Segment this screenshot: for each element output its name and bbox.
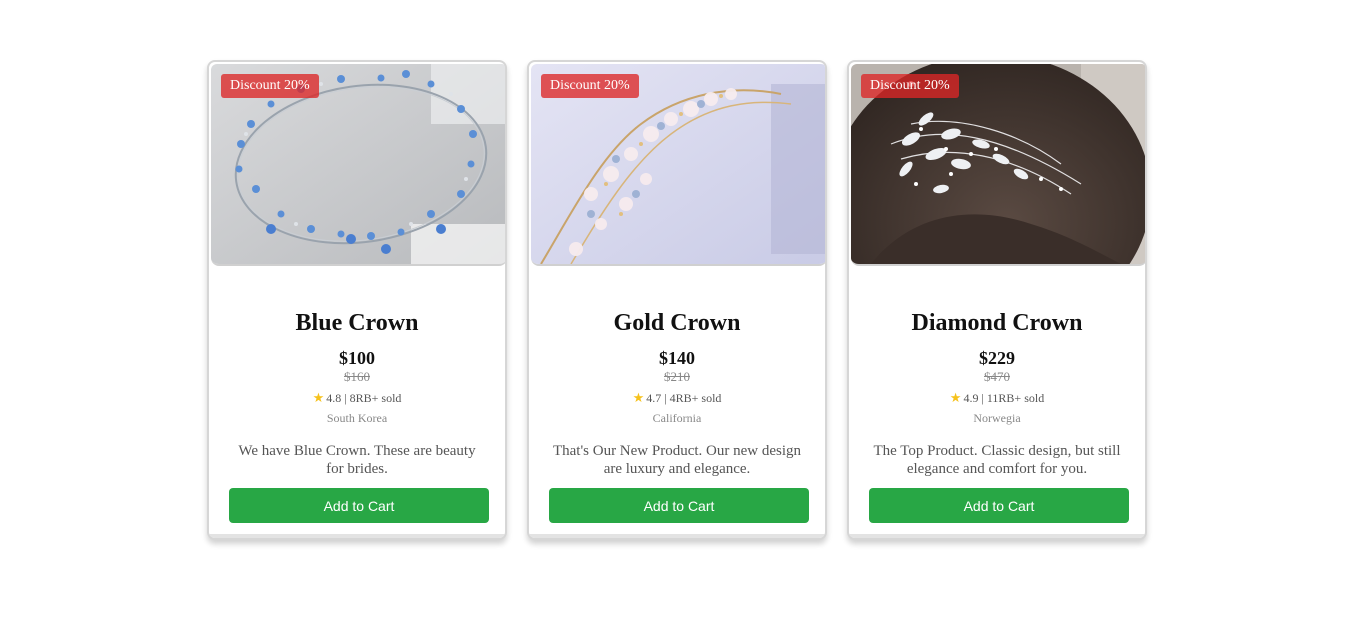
product-price: $229: [979, 348, 1015, 368]
discount-badge: Discount 20%: [541, 74, 639, 98]
product-image[interactable]: Discount 20%: [531, 64, 825, 266]
product-price: $100: [339, 348, 375, 368]
product-origin: California: [652, 411, 702, 425]
product-image[interactable]: Discount 20%: [851, 64, 1145, 266]
star-icon: ★: [632, 390, 645, 405]
product-rating: ★ 4.9 | 11RB+ sold: [949, 390, 1045, 405]
product-card: Discount 20% Blue Crown $100 $160 ★ 4.8 |…: [207, 60, 507, 540]
sold-count: 11RB+ sold: [986, 391, 1045, 405]
product-description: The Top Product. Classic design, but sti…: [873, 443, 1121, 477]
product-rating: ★ 4.7 | 4RB+ sold: [632, 390, 722, 405]
product-title: Diamond Crown: [911, 310, 1083, 336]
discount-badge: Discount 20%: [861, 74, 959, 98]
product-old-price: $470: [984, 369, 1010, 384]
product-card: Discount 20% Gold Crown $140 $210 ★ 4.7 |…: [527, 60, 827, 540]
product-title: Blue Crown: [295, 310, 419, 336]
product-image[interactable]: Discount 20%: [211, 64, 505, 266]
add-to-cart-button[interactable]: Add to Cart: [869, 488, 1129, 523]
product-card-list: Discount 20% Blue Crown $100 $160 ★ 4.8 |…: [207, 60, 1147, 540]
sold-count: 4RB+ sold: [669, 391, 722, 405]
rating-value: 4.8: [326, 391, 342, 405]
star-icon: ★: [949, 390, 962, 405]
product-description: That's Our New Product. Our new design a…: [552, 443, 802, 477]
product-card: Discount 20% Diamond Crown $229 $470 ★ 4.…: [847, 60, 1147, 540]
add-to-cart-button[interactable]: Add to Cart: [229, 488, 489, 523]
sold-count: 8RB+ sold: [349, 391, 402, 405]
product-price: $140: [659, 348, 695, 368]
product-old-price: $210: [664, 369, 690, 384]
product-rating: ★ 4.8 | 8RB+ sold: [312, 390, 402, 405]
rating-value: 4.9: [963, 391, 979, 405]
add-to-cart-button[interactable]: Add to Cart: [549, 488, 809, 523]
discount-badge: Discount 20%: [221, 74, 319, 98]
product-title: Gold Crown: [613, 310, 741, 336]
product-origin: Norwegia: [973, 411, 1021, 425]
product-old-price: $160: [344, 369, 370, 384]
product-description: We have Blue Crown. These are beauty for…: [238, 443, 476, 477]
product-origin: South Korea: [326, 411, 388, 425]
rating-value: 4.7: [646, 391, 662, 405]
star-icon: ★: [312, 390, 325, 405]
